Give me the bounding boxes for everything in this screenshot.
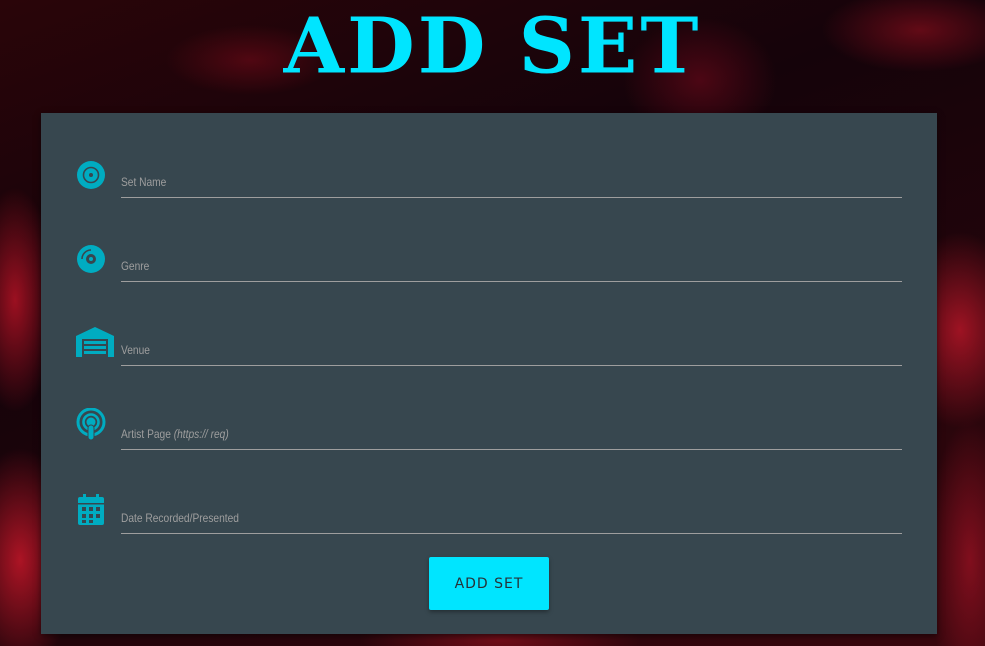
genre-input[interactable] (121, 251, 902, 283)
artist-page-input[interactable] (121, 419, 902, 451)
calendar-icon (75, 494, 107, 526)
add-set-form: Set Name Genre Venue Artist Page (https:… (41, 113, 937, 634)
venue-input[interactable] (121, 335, 902, 367)
venue-underline (121, 365, 902, 366)
genre-field: Genre (41, 245, 937, 319)
page-title: ADD SET (283, 1, 702, 92)
warehouse-icon (75, 326, 115, 358)
artist-page-field: Artist Page (https:// req) (41, 408, 937, 487)
genre-underline (121, 281, 902, 282)
podcast-icon (75, 408, 107, 441)
set-name-input[interactable] (121, 167, 902, 199)
venue-field: Venue (41, 327, 937, 403)
date-underline (121, 533, 902, 534)
set-name-field: Set Name (41, 161, 937, 235)
album-icon (75, 243, 107, 275)
set-name-underline (121, 197, 902, 198)
disc-icon (75, 159, 107, 191)
date-input[interactable] (121, 503, 902, 535)
add-set-button[interactable]: ADD SET (429, 557, 549, 610)
artist-page-underline (121, 449, 902, 450)
